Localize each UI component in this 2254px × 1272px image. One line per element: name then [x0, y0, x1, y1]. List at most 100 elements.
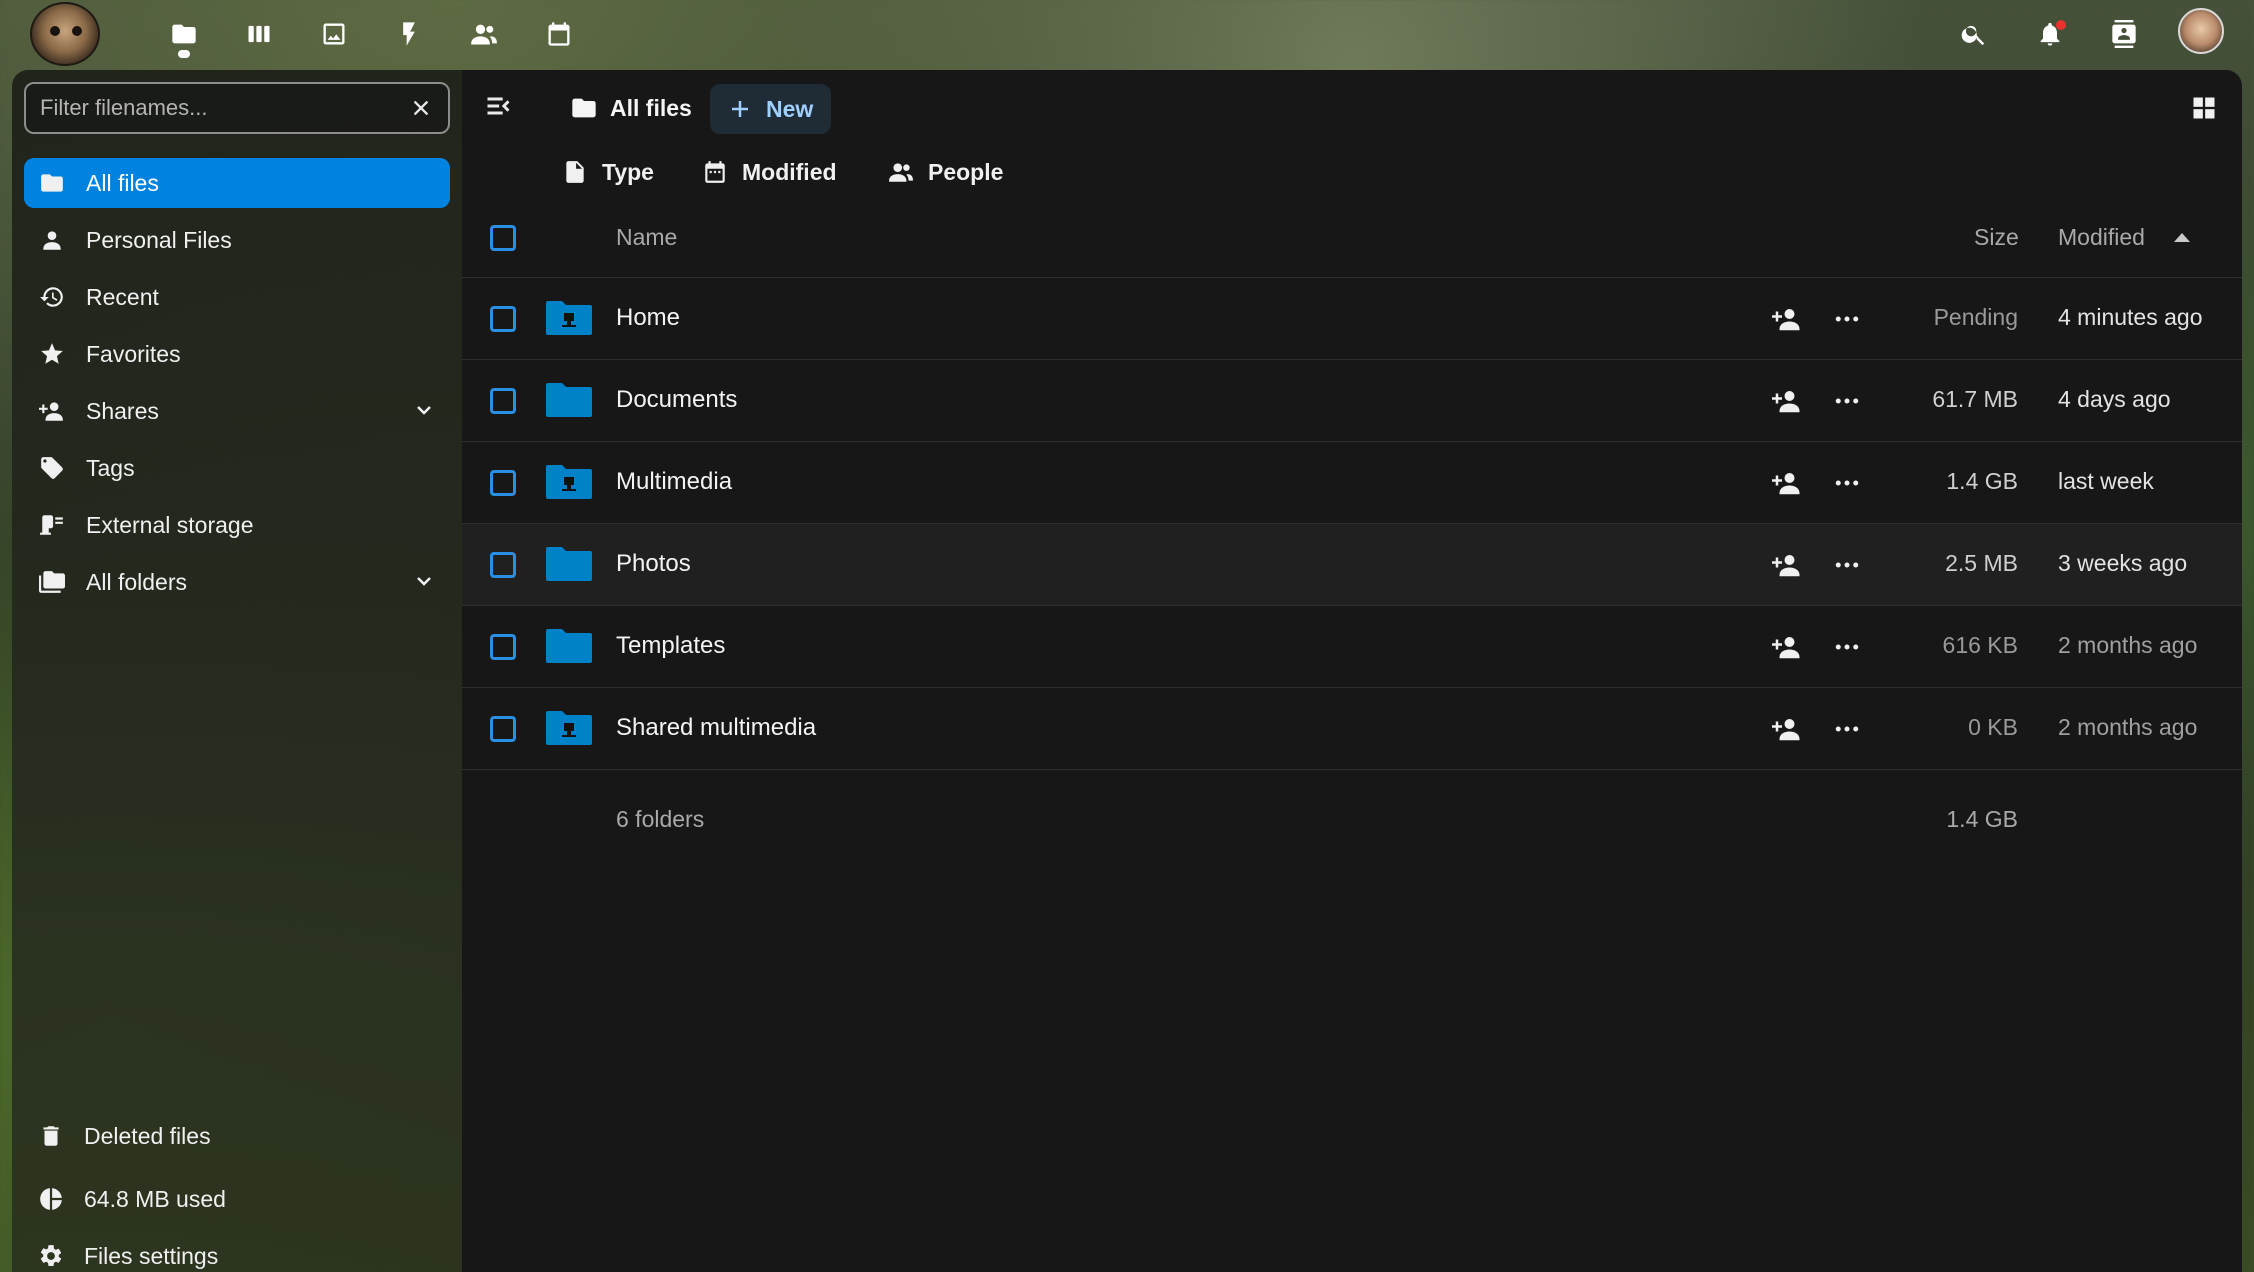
file-modified: 2 months ago [2058, 714, 2198, 740]
share-icon [38, 397, 66, 425]
calendar-app-icon[interactable] [539, 14, 579, 54]
sidebar-item-recent[interactable]: Recent [24, 272, 450, 322]
sidebar-item-all-files[interactable]: All files [24, 158, 450, 208]
sidebar-item-all-folders[interactable]: All folders [24, 557, 450, 607]
table-row[interactable]: Shared multimedia 0 KB 2 months ago [462, 688, 2242, 770]
file-size: 61.7 MB [1932, 386, 2018, 412]
folder-icon[interactable] [544, 461, 594, 501]
folder-icon[interactable] [544, 543, 594, 583]
sidebar-item-tags[interactable]: Tags [24, 443, 450, 493]
file-size: 1.4 GB [1946, 468, 2018, 494]
photos-app-icon[interactable] [314, 14, 354, 54]
row-checkbox[interactable] [490, 552, 516, 578]
contacts-app-icon[interactable] [464, 14, 504, 54]
file-name[interactable]: Multimedia [616, 468, 732, 496]
summary-count: 6 folders [616, 806, 705, 832]
file-name[interactable]: Shared multimedia [616, 714, 816, 742]
row-checkbox[interactable] [490, 470, 516, 496]
user-avatar[interactable] [2178, 8, 2224, 54]
sidebar-item-label: Personal Files [86, 226, 232, 253]
files-settings-button[interactable]: Files settings [24, 1233, 450, 1272]
sidebar-item-label: All files [86, 169, 159, 196]
chevron-down-icon[interactable] [412, 398, 436, 422]
modified-column-header[interactable]: Modified [2058, 224, 2145, 251]
more-actions-icon[interactable] [1832, 304, 1862, 334]
sidebar-item-shares[interactable]: Shares [24, 386, 450, 436]
contacts-menu-icon[interactable] [2104, 14, 2144, 54]
table-row[interactable]: Multimedia 1.4 GB last week [462, 442, 2242, 524]
file-name[interactable]: Documents [616, 386, 737, 414]
files-app-icon[interactable] [164, 14, 204, 54]
row-checkbox[interactable] [490, 634, 516, 660]
type-filter-button[interactable]: Type [562, 152, 654, 192]
row-checkbox[interactable] [490, 716, 516, 742]
file-name[interactable]: Home [616, 304, 680, 332]
table-row[interactable]: Home Pending 4 minutes ago [462, 278, 2242, 360]
main-content: All files New Type Modified People Name … [462, 70, 2242, 1272]
file-name[interactable]: Templates [616, 632, 725, 660]
sidebar-item-external-storage[interactable]: External storage [24, 500, 450, 550]
folder-icon[interactable] [544, 297, 594, 337]
more-actions-icon[interactable] [1832, 550, 1862, 580]
quota-label: 64.8 MB used [84, 1185, 226, 1212]
people-filter-button[interactable]: People [888, 152, 1003, 192]
tag-icon [38, 454, 66, 482]
table-row[interactable]: Templates 616 KB 2 months ago [462, 606, 2242, 688]
plus-icon [732, 101, 748, 117]
file-size: 0 KB [1968, 714, 2018, 740]
sidebar-item-favorites[interactable]: Favorites [24, 329, 450, 379]
file-modified: 3 weeks ago [2058, 550, 2188, 576]
more-actions-icon[interactable] [1832, 468, 1862, 498]
folder-icon [38, 169, 66, 197]
share-icon[interactable] [1772, 714, 1802, 744]
chart-pie-icon [40, 1188, 62, 1210]
size-column-header[interactable]: Size [1974, 224, 2019, 251]
more-actions-icon[interactable] [1832, 386, 1862, 416]
calendar-icon [705, 161, 725, 183]
file-size: 2.5 MB [1945, 550, 2018, 576]
table-row[interactable]: Documents 61.7 MB 4 days ago [462, 360, 2242, 442]
file-modified: 4 minutes ago [2058, 304, 2203, 330]
sort-ascending-icon[interactable] [2174, 233, 2190, 242]
folder-icon [572, 98, 596, 118]
sidebar: All files Personal Files Recent Favorite… [12, 70, 462, 1272]
modified-filter-button[interactable]: Modified [702, 152, 837, 192]
chevron-down-icon[interactable] [412, 569, 436, 593]
filter-input[interactable] [40, 95, 408, 121]
folder-icon[interactable] [544, 707, 594, 747]
sidebar-item-personal-files[interactable]: Personal Files [24, 215, 450, 265]
name-column-header[interactable]: Name [616, 224, 677, 251]
close-icon[interactable] [408, 95, 434, 121]
notification-badge [2056, 20, 2066, 30]
file-size: 616 KB [1942, 632, 2018, 658]
toggle-navigation-icon[interactable] [484, 92, 516, 124]
dashboard-app-icon[interactable] [239, 14, 279, 54]
trash-icon [43, 1126, 59, 1146]
share-icon[interactable] [1772, 304, 1802, 334]
file-name[interactable]: Photos [616, 550, 691, 578]
breadcrumb[interactable]: All files [570, 88, 692, 128]
share-icon[interactable] [1772, 550, 1802, 580]
activity-app-icon[interactable] [389, 14, 429, 54]
more-actions-icon[interactable] [1832, 714, 1862, 744]
search-icon[interactable] [1954, 14, 1994, 54]
folder-icon[interactable] [544, 625, 594, 665]
sidebar-item-label: Favorites [86, 340, 181, 367]
row-checkbox[interactable] [490, 388, 516, 414]
share-icon[interactable] [1772, 468, 1802, 498]
grid-view-icon[interactable] [2190, 94, 2220, 124]
logo[interactable] [30, 2, 100, 66]
table-row[interactable]: Photos 2.5 MB 3 weeks ago [462, 524, 2242, 606]
deleted-files-link[interactable]: Deleted files [24, 1113, 450, 1159]
new-button[interactable]: New [710, 84, 832, 134]
share-icon[interactable] [1772, 632, 1802, 662]
summary-size: 1.4 GB [1946, 806, 2018, 832]
quota-indicator[interactable]: 64.8 MB used [24, 1176, 450, 1222]
folder-icon[interactable] [544, 379, 594, 419]
more-actions-icon[interactable] [1832, 632, 1862, 662]
select-all-checkbox[interactable] [490, 225, 516, 251]
sidebar-item-label: All folders [86, 568, 187, 595]
share-icon[interactable] [1772, 386, 1802, 416]
row-checkbox[interactable] [490, 306, 516, 332]
filter-filenames-field[interactable] [24, 82, 450, 134]
